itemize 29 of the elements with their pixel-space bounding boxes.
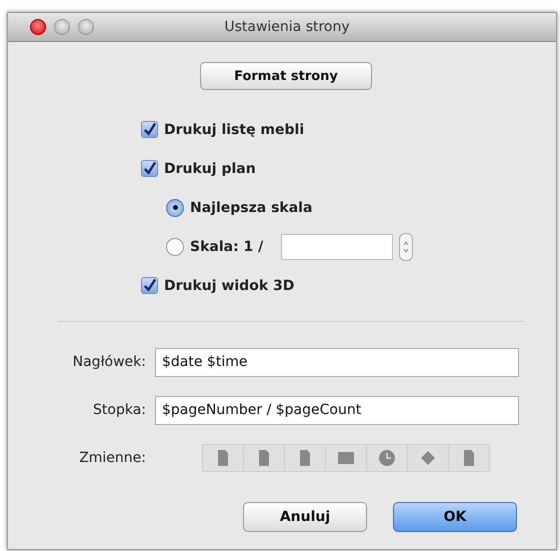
cancel-button[interactable]: Anuluj xyxy=(243,502,367,532)
page-icon[interactable] xyxy=(243,444,285,472)
clock-icon[interactable] xyxy=(366,444,408,472)
stepper-control[interactable] xyxy=(399,232,414,260)
radio-button[interactable] xyxy=(166,198,184,216)
option-label: Najlepsza skala xyxy=(190,200,312,216)
radio-button[interactable] xyxy=(166,238,184,256)
ok-button[interactable]: OK xyxy=(393,502,517,532)
option-label: Drukuj widok 3D xyxy=(164,278,294,294)
zoom-button[interactable] xyxy=(78,19,94,35)
text-field[interactable]: $pageNumber / $pageCount xyxy=(155,396,519,424)
scale-field[interactable] xyxy=(281,234,394,260)
text-field[interactable]: $date $time xyxy=(155,348,519,376)
page-icon[interactable] xyxy=(284,444,326,472)
checkbox[interactable] xyxy=(141,160,158,177)
checkbox[interactable] xyxy=(141,121,158,138)
format-button[interactable]: Format strony xyxy=(200,62,372,90)
field-label: Nagłówek: xyxy=(72,354,147,370)
minimize-button[interactable] xyxy=(54,19,70,35)
page-icon[interactable] xyxy=(202,444,244,472)
field-label: Zmienne: xyxy=(78,450,147,466)
page-icon[interactable] xyxy=(448,444,490,472)
checkbox[interactable] xyxy=(141,277,158,294)
close-button[interactable] xyxy=(30,19,46,35)
field-label: Stopka: xyxy=(92,402,147,418)
window-title: Ustawienia strony xyxy=(223,19,351,35)
option-label: Skala: 1 / xyxy=(190,238,264,254)
option-label: Drukuj listę mebli xyxy=(164,122,304,138)
option-label: Drukuj plan xyxy=(164,160,256,176)
